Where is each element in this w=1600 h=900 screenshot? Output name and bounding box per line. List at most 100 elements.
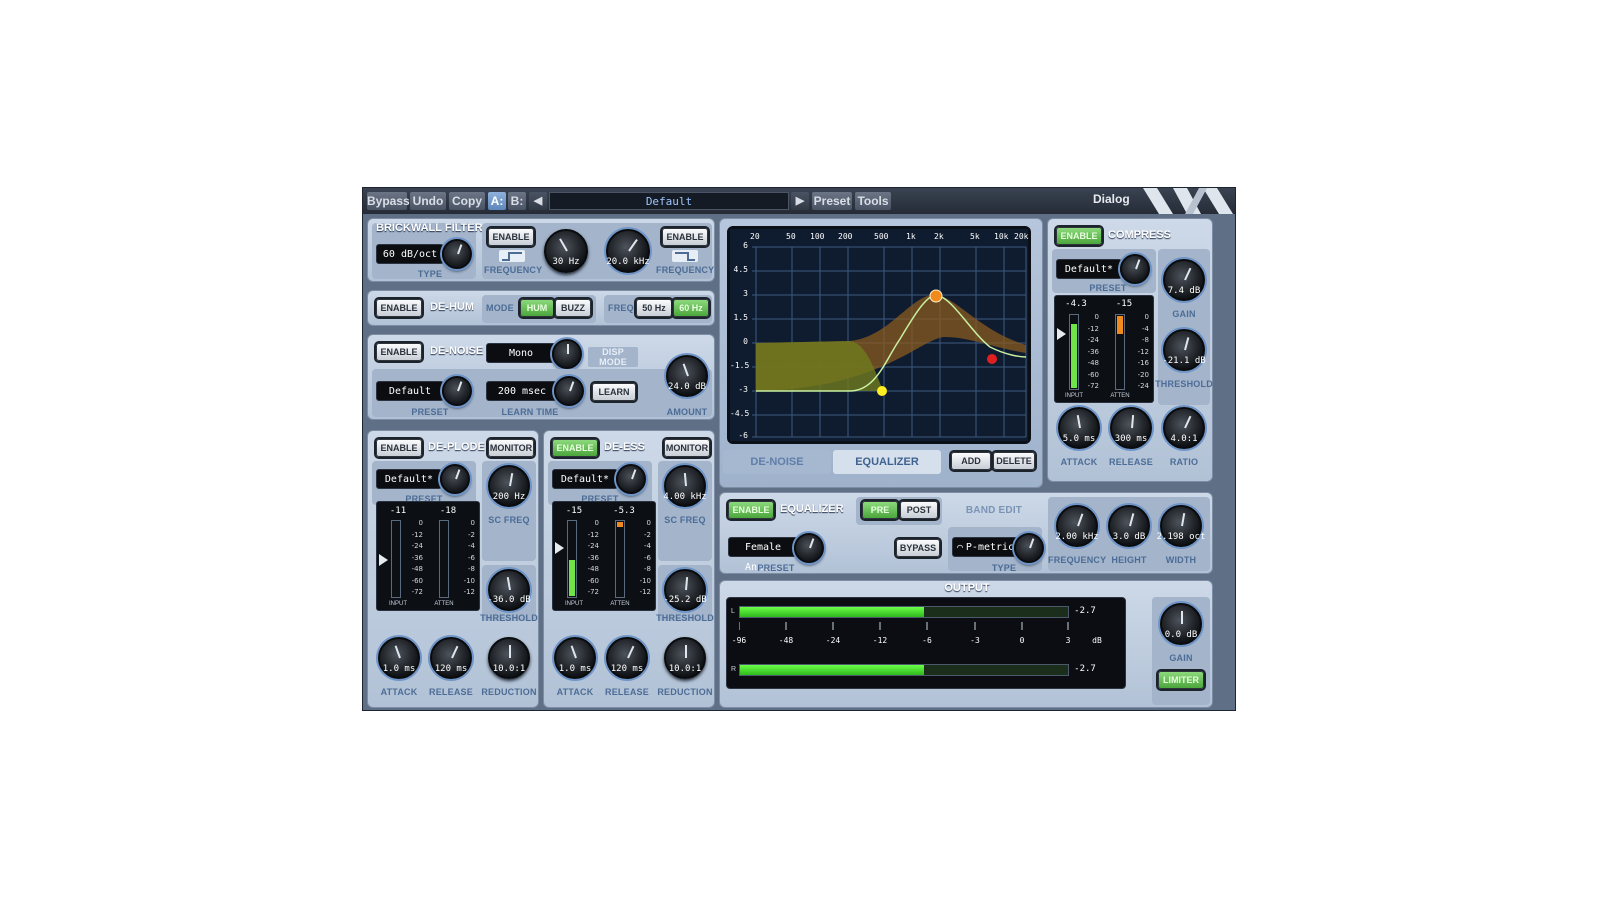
- dehum-50hz-button[interactable]: 50 Hz: [636, 299, 672, 317]
- dehum-hum-button[interactable]: HUM: [520, 299, 554, 317]
- db-tick: 6: [743, 241, 748, 250]
- denoise-preset-display[interactable]: Default: [376, 381, 444, 401]
- deess-sc-freq-value: 4.00 kHz: [663, 492, 707, 502]
- eq-graph-canvas[interactable]: [730, 229, 1028, 441]
- deplode-attack-value: 1.0 ms: [382, 664, 416, 674]
- freq-tick: 50: [786, 232, 796, 241]
- compress-threshold-value: -21.1 dB: [1162, 356, 1206, 366]
- deplode-preset-display[interactable]: Default*: [376, 469, 442, 489]
- compress-meter: -4.3 -15 0 -12 -24 -36 -48 -60 -72 0 -4 -8 -12 -16…: [1054, 295, 1154, 403]
- tab-equalizer[interactable]: EQUALIZER: [833, 450, 941, 474]
- deplode-input-bar: [391, 520, 401, 598]
- eq-width-value: 2.198 oct: [1156, 532, 1206, 542]
- compress-ratio-value: 4.0:1: [1170, 434, 1198, 444]
- eq-post-button[interactable]: POST: [900, 501, 938, 519]
- compress-enable-button[interactable]: ENABLE: [1056, 227, 1102, 245]
- deess-enable-button[interactable]: ENABLE: [552, 439, 598, 457]
- tab-denoise[interactable]: DE-NOISE: [723, 450, 831, 474]
- deplode-input-scale: 0 -12 -24 -36 -48 -60 -72: [411, 519, 423, 596]
- undo-button[interactable]: Undo: [410, 192, 446, 210]
- freq-tick: 20: [750, 232, 760, 241]
- bypass-button[interactable]: Bypass: [367, 192, 410, 210]
- deplode-threshold-pointer[interactable]: [379, 554, 388, 566]
- denoise-preset-knob[interactable]: [442, 376, 472, 406]
- dehum-60hz-button[interactable]: 60 Hz: [673, 299, 709, 317]
- freq-tick: 2k: [934, 232, 944, 241]
- deess-sc-freq-label: SC FREQ: [664, 515, 706, 525]
- deplode-input-label: INPUT: [389, 601, 407, 607]
- toolbar: Bypass Undo Copy A: B: ◀ Default ▶ Prese…: [363, 188, 1235, 214]
- eq-enable-button[interactable]: ENABLE: [728, 501, 774, 519]
- deess-input-label: INPUT: [565, 601, 583, 607]
- deess-input-scale: 0 -12 -24 -36 -48 -60 -72: [587, 519, 599, 596]
- eq-type-value: P-metric: [965, 542, 1015, 553]
- dehum-enable-button[interactable]: ENABLE: [376, 299, 422, 317]
- output-l-level: [740, 607, 924, 617]
- eq-db-ticks: 6 4.5 3 1.5 0 -1.5 -3 -4.5 -6: [730, 241, 750, 441]
- output-scale-tick: -24: [825, 636, 841, 645]
- compress-atten-bar: [1115, 314, 1125, 390]
- deplode-attack-label: ATTACK: [380, 687, 418, 697]
- deess-monitor-button[interactable]: MONITOR: [664, 439, 710, 457]
- denoise-enable-button[interactable]: ENABLE: [376, 343, 422, 361]
- ab-a-button[interactable]: A:: [488, 192, 506, 210]
- eq-band-orange-handle[interactable]: [929, 289, 943, 303]
- output-limiter-button[interactable]: LIMITER: [1158, 671, 1204, 689]
- prev-preset-button[interactable]: ◀: [529, 192, 547, 210]
- db-tick: -4.5: [730, 409, 750, 418]
- denoise-learn-time-knob[interactable]: [554, 376, 584, 406]
- eq-preset-display[interactable]: Female Ann...: [728, 537, 798, 573]
- denoise-learn-time-display[interactable]: 200 msec: [486, 381, 558, 401]
- denoise-disp-mode-display[interactable]: Mono: [486, 343, 556, 363]
- eq-add-band-button[interactable]: ADD: [951, 452, 991, 470]
- db-tick: 4.5: [733, 265, 748, 274]
- eq-pre-button[interactable]: PRE: [862, 501, 898, 519]
- eq-bypass-button[interactable]: BYPASS: [896, 539, 940, 557]
- eq-type-knob[interactable]: [1014, 533, 1044, 563]
- deplode-atten-scale: 0 -2 -4 -6 -8 -10 -12: [463, 519, 475, 596]
- eq-type-display[interactable]: ⌒ P-metric: [952, 537, 1018, 557]
- dehum-freq-label: FREQ: [608, 303, 634, 313]
- ab-b-button[interactable]: B:: [508, 192, 526, 210]
- deess-preset-display[interactable]: Default*: [552, 469, 618, 489]
- eq-band-red-handle[interactable]: [987, 354, 997, 364]
- brickwall-hp-enable-button[interactable]: ENABLE: [488, 228, 534, 246]
- preset-menu-button[interactable]: Preset: [812, 192, 852, 210]
- brickwall-type-knob[interactable]: [442, 239, 472, 269]
- copy-button[interactable]: Copy: [449, 192, 485, 210]
- compress-attack-value: 5.0 ms: [1062, 434, 1096, 444]
- output-meter: L -2.7 -96 -48 -24 -12 -6 -3 0 3 dB R -2…: [726, 597, 1126, 689]
- compress-threshold-pointer[interactable]: [1057, 328, 1066, 340]
- highpass-icon: [499, 250, 525, 262]
- denoise-learn-button[interactable]: LEARN: [592, 383, 636, 401]
- output-scale-ticks: [739, 622, 1069, 630]
- compress-release-label: RELEASE: [1109, 457, 1153, 467]
- preset-name-display[interactable]: Default: [549, 192, 789, 210]
- brickwall-hp-frequency-label: FREQUENCY: [484, 265, 543, 275]
- compress-input-peak: -4.3: [1065, 299, 1087, 309]
- brickwall-lp-enable-button[interactable]: ENABLE: [662, 228, 708, 246]
- tools-menu-button[interactable]: Tools: [855, 192, 891, 210]
- deess-preset-knob[interactable]: [616, 464, 646, 494]
- compress-panel: ENABLE COMPRESS Default* PRESET -4.3 -15…: [1047, 218, 1213, 482]
- db-tick: 1.5: [733, 313, 748, 322]
- eq-graph[interactable]: 20 50 100 200 500 1k 2k 5k 10k 20k 6 4.5…: [727, 226, 1031, 444]
- output-scale: -96 -48 -24 -12 -6 -3 0 3 dB: [727, 636, 1127, 648]
- next-preset-button[interactable]: ▶: [791, 192, 809, 210]
- compress-release-value: 300 ms: [1114, 434, 1148, 444]
- eq-delete-band-button[interactable]: DELETE: [993, 452, 1035, 470]
- compress-preset-knob[interactable]: [1120, 254, 1150, 284]
- deplode-monitor-button[interactable]: MONITOR: [488, 439, 534, 457]
- output-scale-tick: 0: [1019, 636, 1025, 645]
- deplode-enable-button[interactable]: ENABLE: [376, 439, 422, 457]
- compress-preset-display[interactable]: Default*: [1056, 259, 1122, 279]
- dehum-buzz-button[interactable]: BUZZ: [555, 299, 591, 317]
- compress-gain-label: GAIN: [1172, 309, 1196, 319]
- denoise-disp-mode-knob[interactable]: [552, 339, 582, 369]
- deess-reduction-value: 10.0:1: [668, 664, 702, 674]
- deess-threshold-pointer[interactable]: [555, 542, 564, 554]
- brickwall-type-display[interactable]: 60 dB/oct: [376, 244, 444, 264]
- deplode-preset-knob[interactable]: [440, 464, 470, 494]
- eq-preset-knob[interactable]: [794, 533, 824, 563]
- eq-band-yellow-handle[interactable]: [877, 386, 887, 396]
